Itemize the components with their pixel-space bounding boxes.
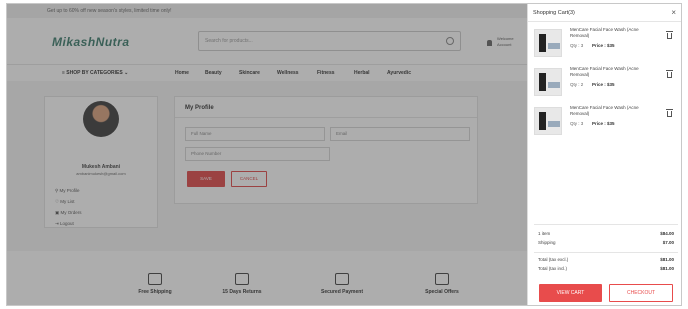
product-price: Price : $35 [592, 43, 615, 48]
divider [528, 21, 681, 22]
summary-value: $81.00 [660, 257, 674, 262]
summary-label: Total (tax excl.) [538, 257, 569, 262]
shopping-cart-drawer: Shopping Cart(3) × MenCare Facial Face W… [527, 4, 681, 305]
summary-label: Shipping [538, 240, 556, 245]
cart-item: MenCare Facial Face Wash (Acne Removal) … [534, 25, 678, 61]
summary-label: Total (tax incl.) [538, 266, 568, 271]
summary-value: $84.00 [660, 231, 674, 236]
cart-item: MenCare Facial Face Wash (Acne Removal) … [534, 103, 678, 139]
summary-total-excl: Total (tax excl.) $81.00 [538, 257, 674, 262]
product-price: Price : $35 [592, 121, 615, 126]
summary-value: $81.00 [660, 266, 674, 271]
divider [534, 224, 678, 225]
divider [534, 252, 678, 253]
summary-items: 1 item $84.00 [538, 231, 674, 236]
product-qty: Qty : 3 [570, 121, 584, 126]
cart-item: MenCare Facial Face Wash (Acne Removal) … [534, 64, 678, 100]
modal-overlay[interactable] [7, 4, 527, 305]
trash-icon[interactable] [666, 70, 673, 78]
checkout-button[interactable]: CHECKOUT [609, 284, 673, 302]
product-name[interactable]: MenCare Facial Face Wash (Acne Removal) [570, 66, 650, 78]
product-name[interactable]: MenCare Facial Face Wash (Acne Removal) [570, 27, 650, 39]
product-qty: Qty : 2 [570, 82, 584, 87]
trash-icon[interactable] [666, 31, 673, 39]
product-image[interactable] [534, 68, 562, 96]
close-icon[interactable]: × [671, 8, 676, 17]
product-name[interactable]: MenCare Facial Face Wash (Acne Removal) [570, 105, 650, 117]
view-cart-button[interactable]: VIEW CART [539, 284, 602, 302]
page: Get up to 60% off new season's styles, l… [6, 3, 682, 306]
summary-total-incl: Total (tax incl.) $81.00 [538, 266, 674, 271]
product-image[interactable] [534, 107, 562, 135]
summary-value: $7.00 [662, 240, 674, 245]
summary-shipping: Shipping $7.00 [538, 240, 674, 245]
cart-title: Shopping Cart(3) [533, 10, 575, 16]
product-qty: Qty : 3 [570, 43, 584, 48]
product-price: Price : $35 [592, 82, 615, 87]
summary-label: 1 item [538, 231, 551, 236]
product-image[interactable] [534, 29, 562, 57]
trash-icon[interactable] [666, 109, 673, 117]
